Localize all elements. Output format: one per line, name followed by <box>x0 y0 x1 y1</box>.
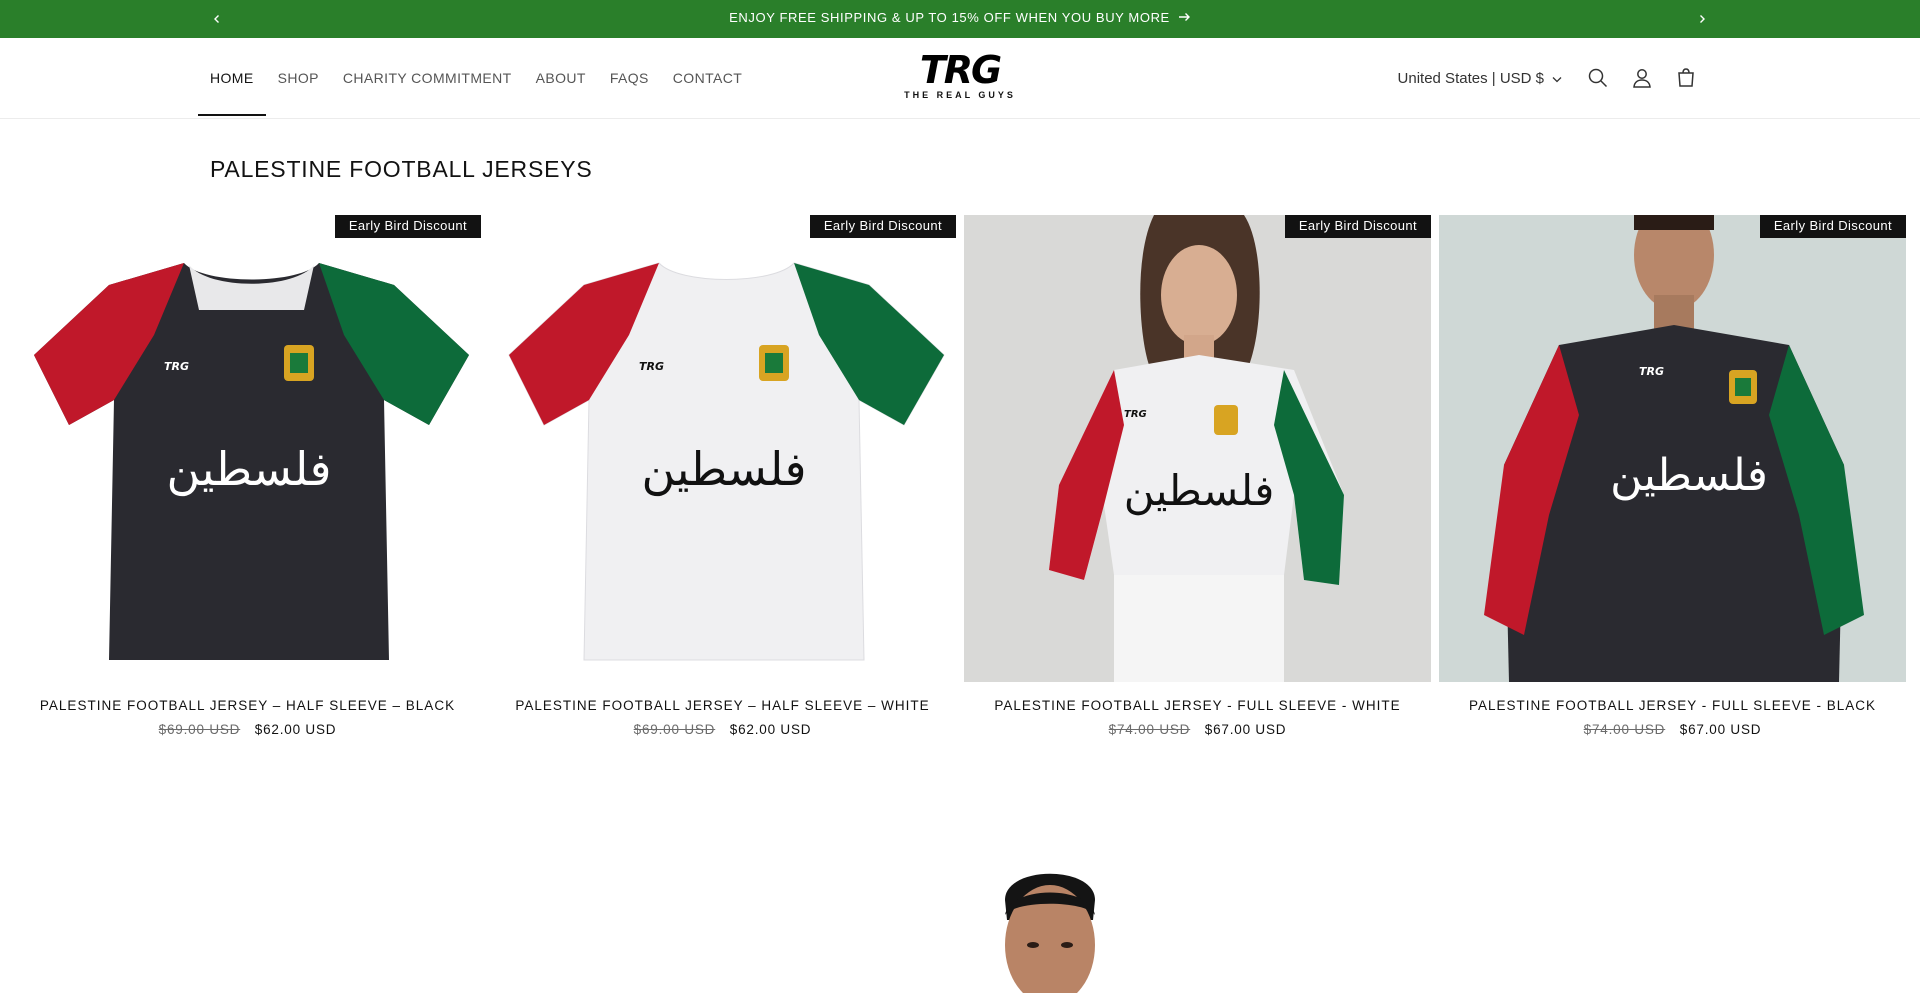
account-icon[interactable] <box>1620 56 1664 100</box>
regular-price: $74.00 USD <box>1583 722 1666 737</box>
sale-price: $67.00 USD <box>1679 722 1762 737</box>
product-image[interactable]: TRG فلسطين Early Bird Discount <box>1439 215 1906 682</box>
logo-mark: TRG <box>919 48 1002 92</box>
arrow-right-icon <box>1178 10 1191 25</box>
product-title[interactable]: PALESTINE FOOTBALL JERSEY – HALF SLEEVE … <box>489 698 956 713</box>
cart-icon[interactable] <box>1664 56 1708 100</box>
chevron-down-icon <box>1552 70 1562 87</box>
product-title[interactable]: PALESTINE FOOTBALL JERSEY - FULL SLEEVE … <box>964 698 1431 713</box>
chevron-right-icon[interactable] <box>1692 9 1712 29</box>
jersey-script: فلسطين <box>642 442 807 497</box>
site-logo[interactable]: TRG THE REAL GUYS <box>900 48 1020 104</box>
announcement-bar: ENJOY FREE SHIPPING & UP TO 15% OFF WHEN… <box>0 0 1920 38</box>
search-icon[interactable] <box>1576 56 1620 100</box>
svg-text:TRG: TRG <box>639 360 664 373</box>
nav-item-contact[interactable]: CONTACT <box>661 38 754 118</box>
regular-price: $69.00 USD <box>158 722 241 737</box>
nav-item-shop[interactable]: SHOP <box>266 38 331 118</box>
product-image[interactable]: TRG فلسطين Early Bird Discount <box>14 215 481 682</box>
country-label: United States | USD $ <box>1397 69 1544 87</box>
product-image[interactable]: TRG فلسطين Early Bird Discount <box>489 215 956 682</box>
product-price: $69.00 USD $62.00 USD <box>489 722 956 737</box>
product-card[interactable]: TRG فلسطين Early Bird Discount PALESTINE… <box>489 215 956 737</box>
sale-price: $62.00 USD <box>729 722 812 737</box>
jersey-script: فلسطين <box>1124 466 1275 515</box>
product-price: $74.00 USD $67.00 USD <box>964 722 1431 737</box>
product-price: $69.00 USD $62.00 USD <box>14 722 481 737</box>
site-header: HOME SHOP CHARITY COMMITMENT ABOUT FAQS … <box>0 38 1920 119</box>
product-title[interactable]: PALESTINE FOOTBALL JERSEY – HALF SLEEVE … <box>14 698 481 713</box>
nav-item-charity[interactable]: CHARITY COMMITMENT <box>331 38 524 118</box>
discount-badge: Early Bird Discount <box>1759 215 1906 238</box>
logo-tagline: THE REAL GUYS <box>904 90 1016 100</box>
nav-item-home[interactable]: HOME <box>198 38 266 118</box>
main-nav: HOME SHOP CHARITY COMMITMENT ABOUT FAQS … <box>198 38 754 118</box>
country-selector[interactable]: United States | USD $ <box>1398 70 1562 87</box>
announcement-text: ENJOY FREE SHIPPING & UP TO 15% OFF WHEN… <box>729 10 1170 25</box>
nav-item-faqs[interactable]: FAQS <box>598 38 661 118</box>
svg-text:TRG: TRG <box>1639 365 1664 378</box>
product-image[interactable]: TRG فلسطين Early Bird Discount <box>964 215 1431 682</box>
svg-text:TRG: TRG <box>164 360 189 373</box>
sale-price: $67.00 USD <box>1204 722 1287 737</box>
discount-badge: Early Bird Discount <box>1284 215 1431 238</box>
product-card[interactable]: TRG فلسطين Early Bird Discount PALESTINE… <box>964 215 1431 737</box>
product-card[interactable]: TRG فلسطين Early Bird Discount PALESTINE… <box>1439 215 1906 737</box>
collection-title: PALESTINE FOOTBALL JERSEYS <box>210 156 593 182</box>
nav-item-about[interactable]: ABOUT <box>524 38 598 118</box>
announcement-message[interactable]: ENJOY FREE SHIPPING & UP TO 15% OFF WHEN… <box>0 10 1920 25</box>
header-tools: United States | USD $ <box>1398 38 1708 118</box>
product-price: $74.00 USD $67.00 USD <box>1439 722 1906 737</box>
product-card[interactable]: TRG فلسطين Early Bird Discount PALESTINE… <box>14 215 481 737</box>
jersey-script: فلسطين <box>167 442 332 497</box>
discount-badge: Early Bird Discount <box>334 215 481 238</box>
regular-price: $69.00 USD <box>633 722 716 737</box>
hero-banner-image <box>975 860 1155 993</box>
product-title[interactable]: PALESTINE FOOTBALL JERSEY - FULL SLEEVE … <box>1439 698 1906 713</box>
jersey-script: فلسطين <box>1610 450 1768 501</box>
regular-price: $74.00 USD <box>1108 722 1191 737</box>
sale-price: $62.00 USD <box>254 722 337 737</box>
svg-text:TRG: TRG <box>1124 409 1147 420</box>
discount-badge: Early Bird Discount <box>809 215 956 238</box>
